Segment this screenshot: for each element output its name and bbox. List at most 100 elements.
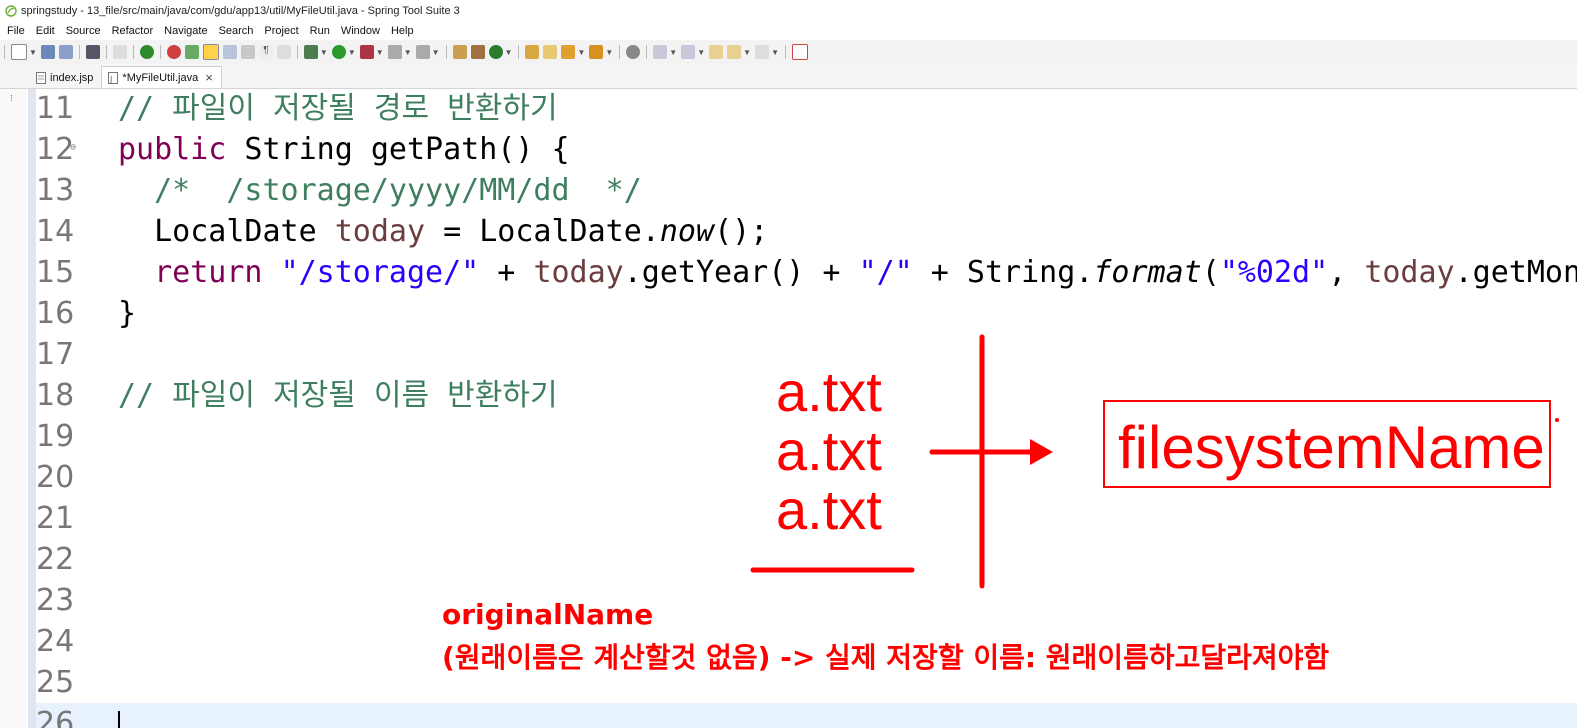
code-token: } xyxy=(118,296,137,331)
line-number: 26 xyxy=(36,706,75,728)
toolbar-separator xyxy=(132,45,134,59)
menu-help[interactable]: Help xyxy=(387,22,418,40)
new-package-icon[interactable] xyxy=(452,45,467,59)
naming-description: (원래이름은 계산할것 없음) -> 실제 저장할 이름: 원래이름하고달라져야… xyxy=(442,641,1330,674)
toolbar-separator xyxy=(784,45,786,59)
line-number: 24 xyxy=(36,624,75,659)
open-perspective-icon[interactable] xyxy=(791,44,808,60)
menu-refactor[interactable]: Refactor xyxy=(108,22,158,40)
code-text: } xyxy=(118,293,136,334)
text-caret xyxy=(118,710,120,728)
pen-icon[interactable] xyxy=(561,45,576,59)
menu-file[interactable]: File xyxy=(3,22,29,40)
chevron-down-icon[interactable]: ▼ xyxy=(432,48,440,57)
new-class-icon[interactable] xyxy=(470,45,485,59)
external-tools-icon[interactable] xyxy=(359,45,374,59)
spring-tool-suite-icon xyxy=(5,5,17,17)
new-spring-icon[interactable] xyxy=(488,45,503,59)
code-line[interactable]: 12 ⊖ public String getPath() { xyxy=(36,129,1577,170)
code-text: return "/storage/" + today.getYear() + "… xyxy=(118,252,1577,293)
menu-window[interactable]: Window xyxy=(337,22,384,40)
toolbar-separator xyxy=(518,45,520,59)
code-token: "/storage/" xyxy=(280,255,480,290)
open-task-icon[interactable] xyxy=(543,45,558,59)
debug-icon[interactable] xyxy=(303,45,318,59)
code-line[interactable]: 15 return "/storage/" + today.getYear() … xyxy=(36,252,1577,293)
back-icon[interactable] xyxy=(727,45,742,59)
window-title: springstudy - 13_file/src/main/java/com/… xyxy=(21,5,460,17)
console-icon[interactable] xyxy=(85,45,100,59)
line-number: 22 xyxy=(36,542,75,577)
line-number: 16 xyxy=(36,296,75,331)
code-token: return xyxy=(154,255,263,290)
chevron-down-icon[interactable]: ▼ xyxy=(605,48,613,57)
filesystem-name-label: filesystemName xyxy=(1118,414,1545,481)
spring-boot-icon[interactable] xyxy=(139,45,154,59)
chevron-down-icon[interactable]: ▼ xyxy=(348,48,356,57)
menu-project[interactable]: Project xyxy=(260,22,302,40)
chevron-down-icon[interactable]: ▼ xyxy=(320,48,328,57)
toolbar-separator xyxy=(646,45,648,59)
mark-occurrences-icon[interactable] xyxy=(202,44,219,60)
original-file-list: a.txt a.txt a.txt xyxy=(776,362,882,539)
save-icon[interactable] xyxy=(40,45,55,59)
menu-run[interactable]: Run xyxy=(306,22,334,40)
toolbar-separator xyxy=(296,45,298,59)
show-whitespace-icon[interactable]: ¶ xyxy=(258,45,273,59)
current-code-line[interactable]: 26 xyxy=(36,703,1577,728)
chevron-down-icon[interactable]: ▼ xyxy=(505,48,513,57)
close-icon[interactable]: × xyxy=(205,70,213,85)
new-icon[interactable] xyxy=(11,44,27,60)
previous-annotation-icon[interactable] xyxy=(681,45,696,59)
forward-icon[interactable] xyxy=(755,45,770,59)
code-line[interactable]: 13 /* /storage/yyyy/MM/dd */ xyxy=(36,170,1577,211)
tab-label: *MyFileUtil.java xyxy=(122,71,199,84)
fold-toggle-icon[interactable]: ⊖ xyxy=(70,127,76,168)
line-number: 11 xyxy=(36,91,75,126)
chevron-down-icon[interactable]: ▼ xyxy=(771,48,779,57)
chevron-down-icon[interactable]: ▼ xyxy=(697,48,705,57)
chevron-down-icon[interactable]: ▼ xyxy=(404,48,412,57)
search-icon[interactable] xyxy=(626,45,641,59)
line-number: 25 xyxy=(36,665,75,700)
code-line[interactable]: 14 LocalDate today = LocalDate.now(); xyxy=(36,211,1577,252)
open-folder-icon[interactable] xyxy=(525,45,540,59)
code-token: = LocalDate. xyxy=(425,214,660,249)
menu-navigate[interactable]: Navigate xyxy=(160,22,211,40)
run-icon[interactable] xyxy=(331,45,346,59)
line-number: 15 xyxy=(36,255,75,290)
last-edit-icon[interactable] xyxy=(709,45,724,59)
tab-index-jsp[interactable]: index.jsp xyxy=(30,67,101,88)
chevron-down-icon[interactable]: ▼ xyxy=(577,48,585,57)
tab-myfileutil-java[interactable]: J *MyFileUtil.java × xyxy=(101,66,222,88)
chevron-down-icon[interactable]: ▼ xyxy=(29,48,37,57)
skip-breakpoints-icon[interactable] xyxy=(112,45,127,59)
menu-source[interactable]: Source xyxy=(62,22,105,40)
chevron-down-icon[interactable]: ▼ xyxy=(376,48,384,57)
toggle-breadcrumb-icon[interactable] xyxy=(276,45,291,59)
line-number: 13 xyxy=(36,173,75,208)
code-token: // 파일이 저장될 경로 반환하기 xyxy=(118,91,558,126)
line-number: 23 xyxy=(36,583,75,618)
next-annotation-icon[interactable] xyxy=(653,45,668,59)
code-line[interactable]: 11 // 파일이 저장될 경로 반환하기 xyxy=(36,89,1577,129)
menu-edit[interactable]: Edit xyxy=(32,22,59,40)
chevron-down-icon[interactable]: ▼ xyxy=(669,48,677,57)
stop-icon[interactable] xyxy=(387,45,402,59)
save-all-icon[interactable] xyxy=(58,45,73,59)
block-selection-icon[interactable] xyxy=(222,45,237,59)
code-token: .getMont xyxy=(1454,255,1577,290)
open-resource-icon[interactable] xyxy=(589,45,604,59)
menu-search[interactable]: Search xyxy=(215,22,258,40)
chevron-down-icon[interactable]: ▼ xyxy=(743,48,751,57)
deploy-icon[interactable] xyxy=(415,45,430,59)
open-type-icon[interactable] xyxy=(184,45,199,59)
word-wrap-icon[interactable] xyxy=(240,45,255,59)
refresh-icon[interactable] xyxy=(166,45,181,59)
code-line[interactable]: 16} xyxy=(36,293,1577,334)
code-line[interactable]: 22 xyxy=(36,539,1577,580)
code-text: // 파일이 저장될 경로 반환하기 xyxy=(118,89,558,129)
code-line[interactable]: 23 xyxy=(36,580,1577,621)
line-number: 17 xyxy=(36,337,75,372)
